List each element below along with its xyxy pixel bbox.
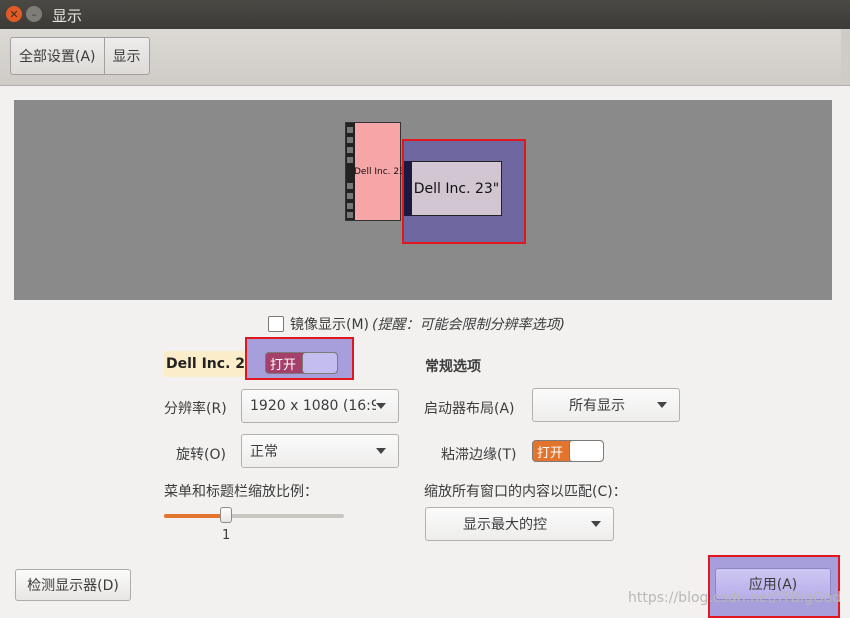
minimize-icon[interactable]: – [26, 6, 42, 22]
current-panel-button[interactable]: 显示 [105, 38, 149, 74]
launcher-placement-label: 启动器布局(A) [424, 401, 515, 417]
launcher-placement-dropdown[interactable]: 所有显示 [532, 388, 680, 422]
resolution-value: 1920 x 1080 (16:9) [250, 398, 376, 414]
title-bar: ✕ – 显示 [0, 0, 850, 29]
launcher-placement-value: 所有显示 [569, 398, 625, 414]
watermark: https://blog.csdn.net/ITBigGod [628, 590, 842, 606]
scale-label: 菜单和标题栏缩放比例： [164, 484, 318, 500]
monitor-preview-secondary[interactable]: Dell Inc. 23" [402, 139, 526, 244]
navigation-group: 全部设置(A) 显示 [10, 37, 150, 75]
header-scrollbar [841, 29, 850, 85]
monitor-primary-label: Dell Inc. 23" [354, 167, 409, 177]
mirror-label: 镜像显示(M) [290, 317, 370, 333]
toggle-knob [569, 441, 603, 461]
resolution-dropdown[interactable]: 1920 x 1080 (16:9) [241, 389, 399, 423]
scale-slider-handle[interactable] [220, 507, 232, 523]
monitor-preview-primary[interactable]: Dell Inc. 23" [345, 122, 409, 221]
detect-displays-button[interactable]: 检测显示器(D) [15, 569, 131, 601]
sticky-edges-toggle[interactable]: 打开 [532, 440, 604, 462]
rotation-dropdown[interactable]: 正常 [241, 434, 399, 468]
chevron-down-icon [376, 448, 386, 454]
monitor-strip [404, 161, 411, 216]
general-options-heading: 常规选项 [425, 359, 481, 375]
toggle-knob [302, 353, 337, 373]
scale-slider-fill [164, 514, 226, 518]
chevron-down-icon [657, 402, 667, 408]
fit-windows-label: 缩放所有窗口的内容以匹配(C)： [424, 484, 627, 500]
window-title: 显示 [52, 7, 83, 25]
toggle-on-label: 打开 [537, 445, 564, 461]
mirror-hint: (提醒：可能会限制分辨率选项) [372, 317, 565, 333]
mirror-display-row[interactable]: 镜像显示(M) (提醒：可能会限制分辨率选项) [268, 314, 565, 334]
rotation-value: 正常 [250, 444, 278, 460]
toggle-on-label: 打开 [270, 357, 297, 373]
resolution-label: 分辨率(R) [164, 401, 227, 417]
rotation-label: 旋转(O) [176, 447, 226, 463]
sticky-edges-label: 粘滞边缘(T) [441, 447, 517, 463]
close-icon[interactable]: ✕ [6, 6, 22, 22]
all-settings-button[interactable]: 全部设置(A) [11, 38, 104, 74]
scale-slider-track[interactable] [164, 514, 344, 518]
monitor-power-toggle[interactable]: 打开 [265, 352, 338, 374]
chevron-down-icon [591, 521, 601, 527]
mirror-checkbox[interactable] [268, 316, 284, 332]
fit-windows-dropdown[interactable]: 显示最大的控 [425, 507, 614, 541]
fit-windows-value: 显示最大的控 [463, 517, 547, 533]
monitor-secondary-label: Dell Inc. 23" [411, 161, 502, 216]
header-bar: 全部设置(A) 显示 [0, 29, 850, 86]
chevron-down-icon [376, 403, 386, 409]
scale-value: 1 [222, 528, 231, 543]
